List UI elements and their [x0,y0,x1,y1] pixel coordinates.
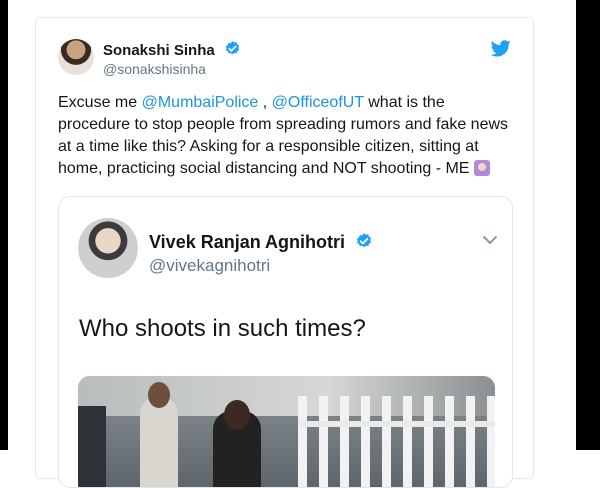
chevron-down-icon[interactable] [482,235,498,245]
verified-badge-icon [356,233,372,248]
photo-figure-man [140,396,178,487]
quoted-author-name[interactable]: Vivek Ranjan Agnihotri [149,232,345,252]
quoted-author-avatar[interactable] [78,218,138,278]
tweet-text-part1: Excuse me [58,94,142,111]
tweet-card[interactable]: Sonakshi Sinha @sonakshisinha Excuse me … [35,17,534,488]
quoted-tweet-photo[interactable] [78,376,495,487]
author-name-row[interactable]: Sonakshi Sinha [103,40,241,59]
photo-fence-rail [298,421,495,427]
mention-mumbaipolice-link[interactable]: @MumbaiPolice [142,94,259,111]
verified-badge-icon [225,41,240,55]
author-name[interactable]: Sonakshi Sinha [103,42,215,59]
quoted-author-handle[interactable]: @vivekagnihotri [149,256,270,276]
woman-raising-hand-emoji-icon [473,160,490,176]
quoted-author-name-row[interactable]: Vivek Ranjan Agnihotri [149,232,373,253]
photo-figure-left [78,406,106,487]
twitter-bird-icon[interactable] [491,40,511,57]
right-dark-edge [576,0,600,450]
photo-white-fence [298,396,495,487]
left-dark-edge [0,0,8,450]
author-handle[interactable]: @sonakshisinha [103,61,206,77]
author-avatar[interactable] [58,39,94,75]
mention-officeofut-link[interactable]: @OfficeofUT [272,94,364,111]
tweet-text: Excuse me @MumbaiPolice , @OfficeofUT wh… [58,92,518,180]
quoted-tweet[interactable]: Vivek Ranjan Agnihotri @vivekagnihotri W… [58,196,513,488]
quoted-tweet-text: Who shoots in such times? [79,315,366,342]
photo-figure-woman-head [224,400,250,430]
photo-figure-man-head [148,382,170,408]
tweet-text-part2: , [258,94,272,111]
